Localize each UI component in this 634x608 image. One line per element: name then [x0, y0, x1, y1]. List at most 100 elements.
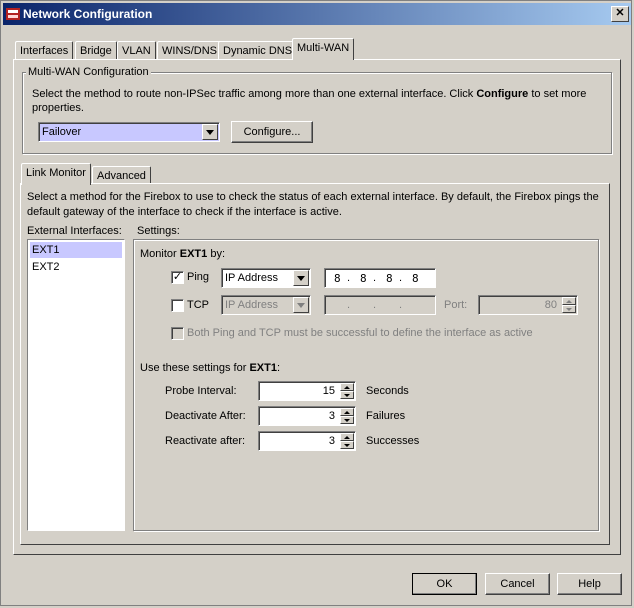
lm-desc-1: Select a method for the Firebox to use t… [27, 191, 599, 203]
tab-advanced[interactable]: Advanced [92, 166, 151, 184]
help-button[interactable]: Help [557, 573, 622, 595]
tab-link-monitor[interactable]: Link Monitor [21, 163, 91, 185]
use-settings-label: Use these settings for EXT1: [140, 362, 280, 374]
ping-ip-input[interactable]: 8 . 8 . 8 . 8 [324, 268, 436, 288]
tab-interfaces[interactable]: Interfaces [15, 41, 74, 59]
desc-text-3: properties. [32, 102, 84, 114]
deactivate-after-label: Deactivate After: [165, 410, 246, 422]
multi-wan-panel: Multi-WAN Configuration Select the metho… [13, 59, 621, 555]
tab-wins-dns[interactable]: WINS/DNS [157, 41, 222, 59]
spin-down-icon[interactable] [340, 416, 354, 424]
ok-button[interactable]: OK [412, 573, 477, 595]
port-spinner[interactable] [562, 297, 576, 313]
monitor-suffix: by: [207, 248, 225, 260]
cancel-button[interactable]: Cancel [485, 573, 550, 595]
list-item[interactable]: EXT1 [30, 242, 122, 258]
lm-desc-2: default gateway of the interface to chec… [27, 206, 342, 218]
title-bar[interactable]: Network Configuration ✕ [3, 3, 631, 25]
external-interfaces-label: External Interfaces: [27, 225, 122, 237]
ping-checkbox[interactable]: ✓ [171, 271, 184, 284]
spin-up-icon[interactable] [562, 297, 576, 305]
desc-text-2: to set more [528, 88, 587, 100]
dot-separator: . [373, 272, 377, 284]
ok-label: OK [436, 578, 453, 590]
chevron-down-icon[interactable] [293, 297, 309, 313]
probe-interval-value: 15 [322, 385, 335, 397]
configure-button[interactable]: Configure... [231, 121, 313, 143]
dot-separator: . [399, 299, 403, 311]
network-configuration-window: Network Configuration ✕ Interfaces Bridg… [0, 0, 632, 606]
spin-down-icon[interactable] [340, 391, 354, 399]
port-value: 80 [544, 299, 557, 311]
reactivate-after-label: Reactivate after: [165, 435, 246, 447]
settings-group: Monitor EXT1 by: ✓ Ping IP Address 8 . 8… [133, 239, 599, 531]
use-suffix: : [276, 362, 281, 374]
use-prefix: Use these settings for [140, 362, 250, 374]
ping-ip-octet-4: 8 [412, 272, 419, 285]
probe-interval-input[interactable]: 15 [258, 381, 356, 401]
probe-unit: Seconds [366, 385, 409, 397]
tcp-type-value: IP Address [225, 299, 278, 311]
port-label: Port: [444, 299, 468, 311]
deactivate-unit: Failures [366, 410, 406, 422]
deactivate-spinner[interactable] [340, 408, 354, 424]
deactivate-after-input[interactable]: 3 [258, 406, 356, 426]
dot-separator: . [399, 272, 403, 284]
monitor-by-label: Monitor EXT1 by: [140, 248, 225, 260]
ping-ip-octet-3: 8 [386, 272, 393, 285]
probe-spinner[interactable] [340, 383, 354, 399]
multi-wan-group-title: Multi-WAN Configuration [26, 66, 151, 78]
dot-separator: . [347, 299, 351, 311]
link-monitor-description: Select a method for the Firebox to use t… [27, 190, 605, 220]
reactivate-after-input[interactable]: 3 [258, 431, 356, 451]
port-input[interactable]: 80 [478, 295, 578, 315]
ext1-label: EXT1 [32, 244, 60, 256]
reactivate-after-value: 3 [328, 435, 335, 447]
tab-vlan[interactable]: VLAN [117, 41, 156, 59]
firebox-app-icon [6, 8, 20, 20]
configure-button-label: Configure... [243, 126, 301, 138]
close-icon[interactable]: ✕ [611, 6, 629, 22]
tcp-label: TCP [187, 299, 209, 311]
tcp-ip-input[interactable]: . . . [324, 295, 436, 315]
reactivate-spinner[interactable] [340, 433, 354, 449]
ping-ip-octet-2: 8 [360, 272, 367, 285]
tab-bridge[interactable]: Bridge [75, 41, 117, 59]
link-monitor-panel: Select a method for the Firebox to use t… [20, 183, 610, 545]
deactivate-after-value: 3 [328, 410, 335, 422]
desc-bold: Configure [476, 88, 529, 100]
chevron-down-icon[interactable] [202, 124, 218, 140]
window-title: Network Configuration [23, 7, 153, 21]
probe-interval-label: Probe Interval: [165, 385, 237, 397]
list-item[interactable]: EXT2 [30, 259, 122, 275]
help-label: Help [578, 578, 601, 590]
ext2-label: EXT2 [32, 261, 60, 273]
tcp-checkbox[interactable] [171, 299, 184, 312]
tab-dynamic-dns[interactable]: Dynamic DNS [218, 41, 298, 59]
spin-up-icon[interactable] [340, 408, 354, 416]
routing-method-select[interactable]: Failover [38, 122, 220, 142]
both-label: Both Ping and TCP must be successful to … [187, 327, 533, 339]
ping-label: Ping [187, 271, 210, 283]
reactivate-unit: Successes [366, 435, 420, 447]
ping-type-value: IP Address [225, 272, 278, 284]
ping-type-select[interactable]: IP Address [221, 268, 311, 288]
dot-separator: . [347, 272, 351, 284]
spin-up-icon[interactable] [340, 433, 354, 441]
spin-down-icon[interactable] [340, 441, 354, 449]
spin-down-icon[interactable] [562, 305, 576, 313]
routing-method-value: Failover [42, 126, 82, 138]
tab-multi-wan[interactable]: Multi-WAN [292, 38, 355, 60]
multi-wan-description: Select the method to route non-IPSec tra… [32, 87, 607, 115]
monitor-prefix: Monitor [140, 248, 180, 260]
dot-separator: . [373, 299, 377, 311]
desc-text: Select the method to route non-IPSec tra… [32, 88, 477, 100]
tcp-type-select[interactable]: IP Address [221, 295, 311, 315]
chevron-down-icon[interactable] [293, 270, 309, 286]
both-checkbox[interactable] [171, 327, 184, 340]
external-interfaces-list[interactable]: EXT1 EXT2 [27, 239, 125, 531]
settings-label: Settings: [137, 225, 180, 237]
monitor-iface: EXT1 [179, 248, 208, 260]
spin-up-icon[interactable] [340, 383, 354, 391]
cancel-label: Cancel [500, 578, 535, 590]
